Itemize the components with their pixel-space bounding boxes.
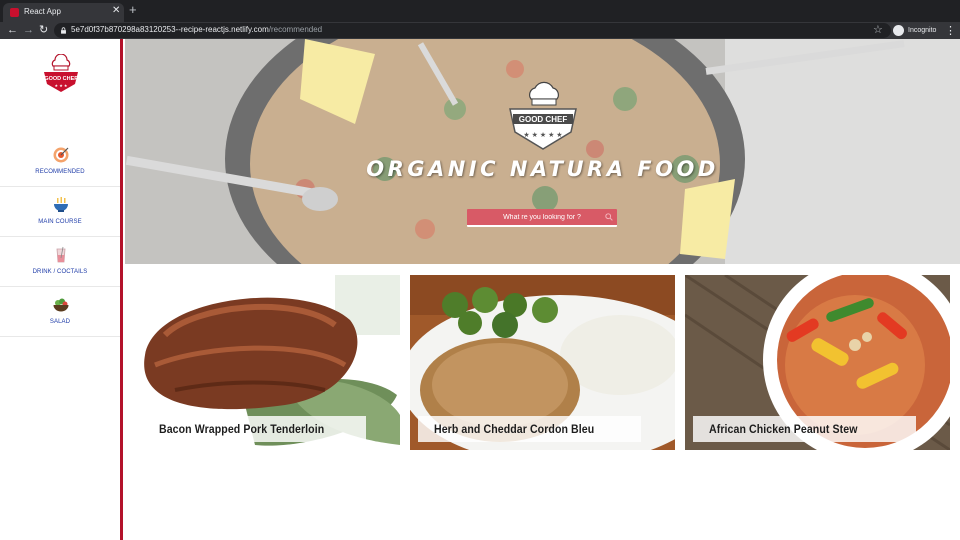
hero-logo-text: GOOD CHEF	[519, 115, 568, 124]
browser-toolbar: ← → ↻ 5e7d0f37b870298a83120253--recipe-r…	[0, 22, 960, 39]
recipe-title: African Chicken Peanut Stew	[709, 422, 858, 436]
drink-icon	[56, 246, 66, 263]
hero-chef-logo: GOOD CHEF ★ ★ ★ ★ ★	[509, 81, 577, 150]
app-root: GOOD CHEF ★ ★ ★ RECOMMENDED MAIN COURSE	[0, 39, 960, 540]
bowl-icon	[54, 197, 68, 212]
sidebar-item-salad[interactable]: SALAD	[0, 287, 120, 337]
url-text: 5e7d0f37b870298a83120253--recipe-reactjs…	[71, 25, 322, 34]
incognito-label: Incognito	[908, 27, 937, 34]
tab-title: React App	[24, 7, 61, 16]
new-tab-button[interactable]: +	[129, 3, 137, 17]
lock-icon	[61, 27, 66, 34]
reload-icon[interactable]: ↻	[39, 23, 48, 37]
recipe-card[interactable]: Herb and Cheddar Cordon Bleu	[410, 275, 675, 450]
recipe-title: Herb and Cheddar Cordon Bleu	[434, 422, 595, 436]
address-bar[interactable]: 5e7d0f37b870298a83120253--recipe-reactjs…	[54, 23, 891, 38]
sidebar-item-main-course[interactable]: MAIN COURSE	[0, 187, 120, 237]
target-icon	[53, 147, 69, 163]
sidebar-item-recommended[interactable]: RECOMMENDED	[0, 137, 120, 187]
salad-icon	[53, 298, 69, 312]
hero-title: ORGANIC NATURA FOOD	[366, 157, 719, 181]
sidebar-item-label: DRINK / COCTAILS	[32, 269, 88, 275]
hero-banner: GOOD CHEF ★ ★ ★ ★ ★ ORGANIC NATURA FOOD	[125, 39, 960, 264]
sidebar-item-label: RECOMMENDED	[35, 169, 85, 175]
svg-text:★ ★ ★ ★ ★: ★ ★ ★ ★ ★	[523, 131, 562, 139]
sidebar-item-label: SALAD	[49, 319, 71, 325]
back-icon[interactable]: ←	[7, 23, 18, 37]
recipe-card[interactable]: African Chicken Peanut Stew	[685, 275, 950, 450]
favicon-icon	[10, 8, 19, 17]
browser-tab-bar: React App ✕ +	[0, 0, 960, 22]
sidebar-logo-text: GOOD CHEF	[44, 76, 78, 82]
recipe-card[interactable]: Bacon Wrapped Pork Tenderloin	[135, 275, 400, 450]
recipe-search[interactable]	[467, 209, 617, 227]
browser-tab[interactable]: React App ✕	[3, 3, 124, 22]
recipe-title: Bacon Wrapped Pork Tenderloin	[159, 422, 325, 436]
incognito-icon[interactable]	[893, 25, 904, 36]
url-host: 5e7d0f37b870298a83120253--recipe-reactjs…	[71, 25, 269, 34]
bookmark-star-icon[interactable]: ☆	[873, 23, 883, 37]
recipe-card-grid: Bacon Wrapped Pork Tenderloin Herb and C…	[135, 275, 950, 450]
forward-icon[interactable]: →	[23, 23, 34, 37]
url-path: /recommended	[268, 25, 323, 34]
browser-menu-icon[interactable]: ⋮	[945, 24, 956, 38]
sidebar: GOOD CHEF ★ ★ ★ RECOMMENDED MAIN COURSE	[0, 39, 123, 540]
recipe-card-caption: Herb and Cheddar Cordon Bleu	[418, 416, 641, 442]
good-chef-logo[interactable]: GOOD CHEF ★ ★ ★	[40, 54, 82, 96]
recipe-card-caption: Bacon Wrapped Pork Tenderloin	[143, 416, 366, 442]
recipe-card-caption: African Chicken Peanut Stew	[693, 416, 916, 442]
close-tab-icon[interactable]: ✕	[112, 5, 120, 16]
svg-text:★ ★ ★: ★ ★ ★	[55, 83, 68, 88]
search-input[interactable]	[467, 209, 617, 226]
search-icon[interactable]	[605, 213, 613, 221]
sidebar-item-drink-coctails[interactable]: DRINK / COCTAILS	[0, 237, 120, 287]
sidebar-item-label: MAIN COURSE	[38, 219, 82, 225]
